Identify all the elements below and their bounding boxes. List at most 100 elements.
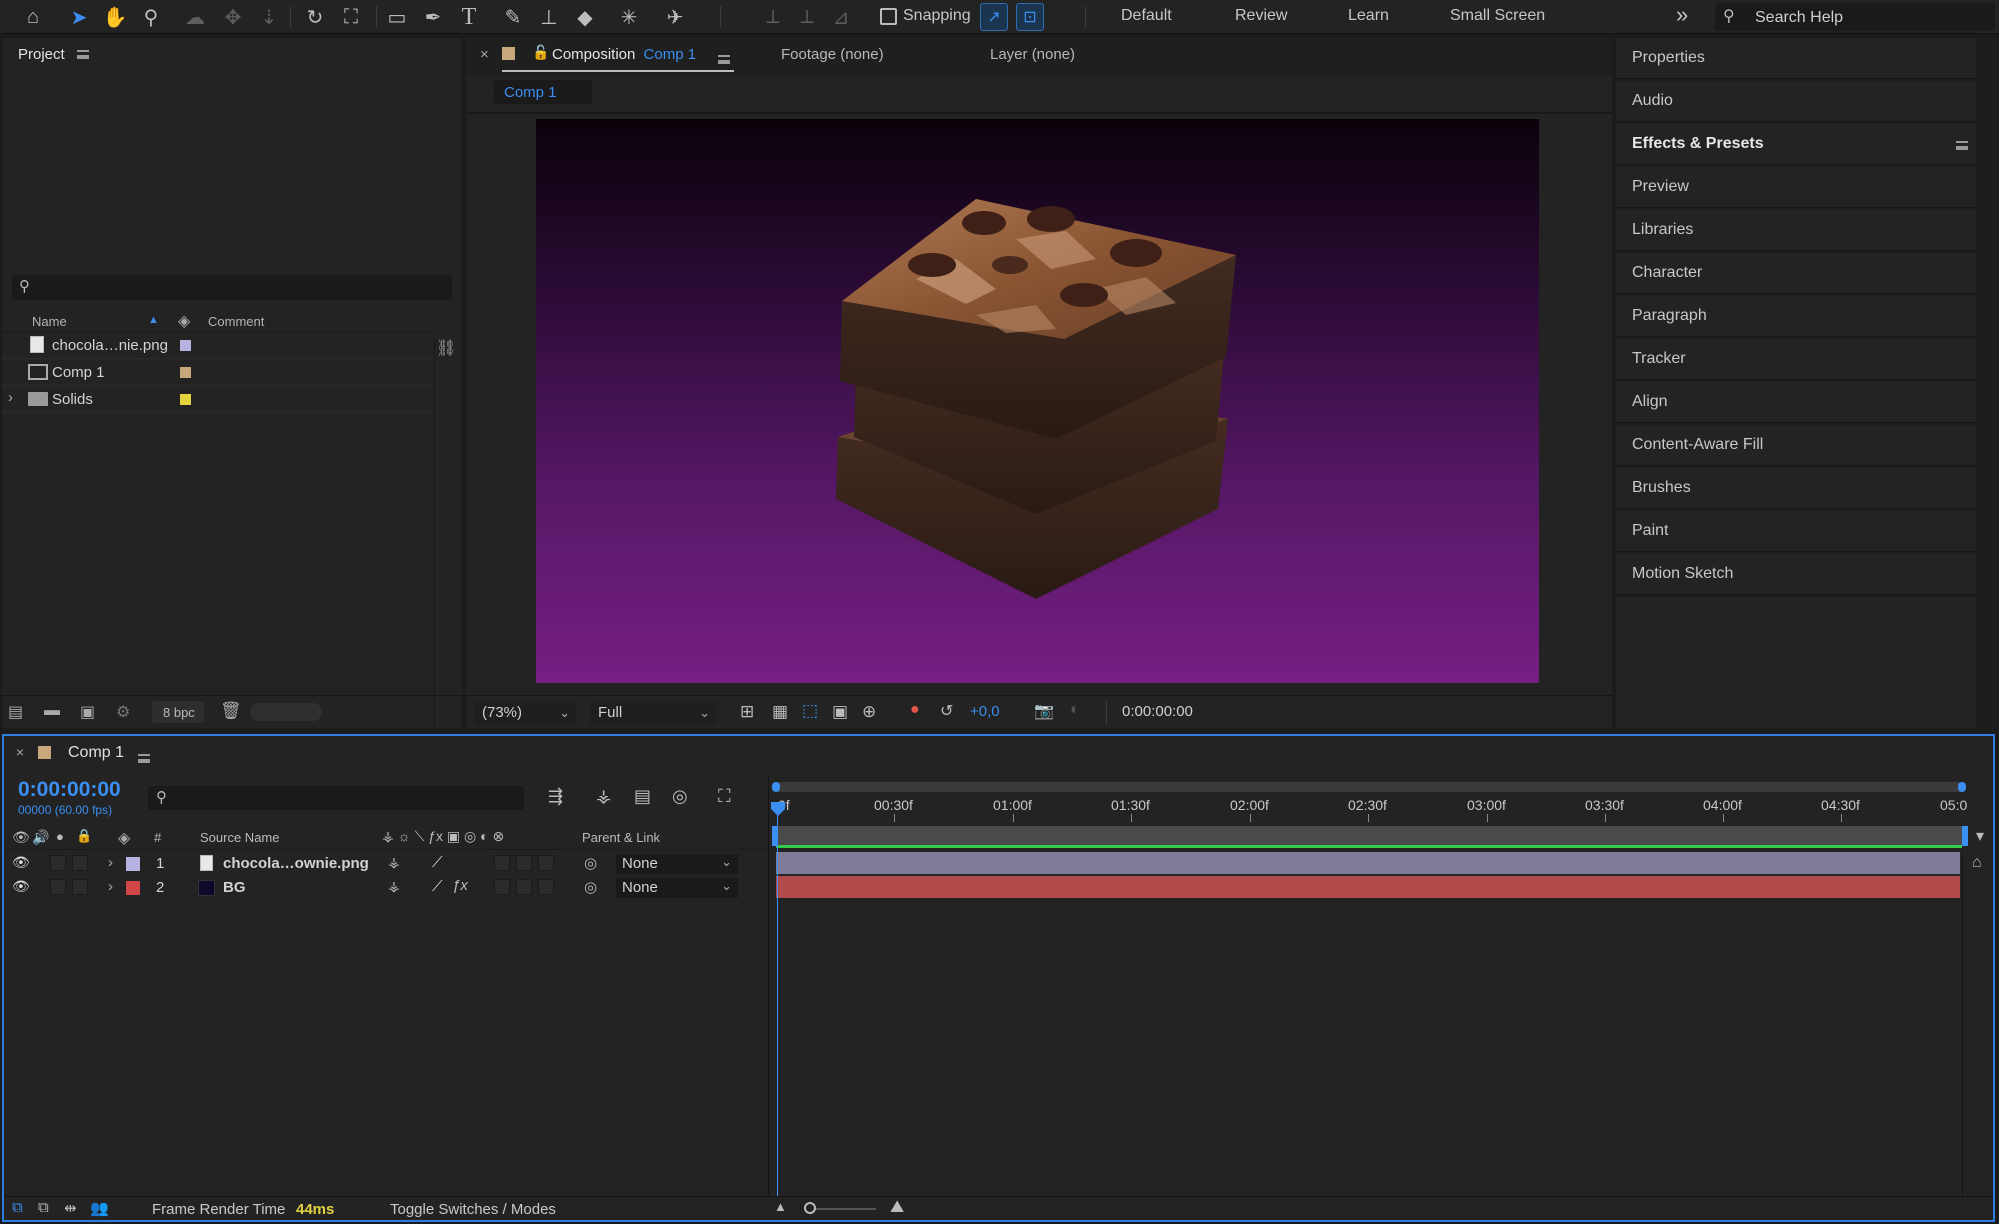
rectangle-icon[interactable]: ▭ — [382, 2, 412, 32]
transparency-grid-icon[interactable]: ▦ — [772, 702, 788, 722]
layer-duration-bar[interactable] — [776, 852, 1960, 874]
shy-switch-icon[interactable]: ⚶ — [388, 878, 400, 895]
zoom-in-icon[interactable]: ⛰ — [890, 1197, 904, 1217]
lock-icon[interactable]: 🔒 — [76, 828, 92, 844]
panel-menu-icon[interactable] — [76, 50, 89, 59]
resolution-dropdown[interactable]: Full ⌄ — [590, 701, 716, 725]
thumbnail-slider[interactable] — [250, 703, 322, 721]
puppet-pin-icon[interactable]: ✈ — [660, 2, 690, 32]
rotation-icon[interactable]: ↻ — [300, 2, 330, 32]
visibility-eye-icon[interactable]: 👁 — [12, 878, 30, 895]
panel-menu-icon[interactable] — [718, 55, 730, 64]
comment-column-header[interactable]: Comment — [208, 314, 264, 329]
panel-audio[interactable]: Audio — [1616, 81, 1976, 122]
axis-local-icon[interactable]: ⟂ — [758, 2, 788, 32]
render-time-toggle-icon[interactable]: 👥 — [90, 1199, 109, 1217]
source-name-header[interactable]: Source Name — [200, 830, 279, 845]
show-snapshot-icon[interactable]: ◐ — [1070, 701, 1080, 719]
label-tag-icon[interactable]: ◈ — [178, 311, 190, 331]
timeline-comp-tab[interactable]: Comp 1 — [68, 744, 124, 762]
panel-properties[interactable]: Properties — [1616, 38, 1976, 79]
panel-menu-icon[interactable] — [1956, 141, 1968, 150]
graph-editor-icon[interactable]: ⛶ — [718, 786, 731, 807]
switch-box[interactable] — [516, 855, 532, 871]
audio-icon[interactable]: 🔊 — [32, 829, 49, 846]
layer-row[interactable]: 👁 › 2 BG ⚶ ⟋ ƒx ◎ None ⌄ — [4, 876, 774, 900]
switch-box[interactable] — [516, 879, 532, 895]
snap-edges-icon[interactable]: ↗ — [980, 3, 1008, 31]
parent-dropdown[interactable]: None ⌄ — [616, 854, 738, 874]
comp-button-icon[interactable]: ⌂ — [1972, 854, 1982, 872]
axis-view-icon[interactable]: ⊿ — [826, 2, 856, 32]
new-composition-icon[interactable]: ▣ — [80, 702, 95, 722]
layer-label-color[interactable] — [126, 881, 140, 895]
project-item-row[interactable]: Comp 1 — [2, 359, 432, 386]
brush-icon[interactable]: ✎ — [498, 2, 528, 32]
dolly-icon[interactable]: ⇣ — [254, 2, 284, 32]
sort-ascending-icon[interactable]: ▲ — [148, 314, 159, 326]
expand-chevron-icon[interactable]: › — [8, 389, 13, 406]
motion-blur-icon[interactable]: ◎ — [672, 786, 688, 807]
switch-box[interactable] — [494, 855, 510, 871]
workspace-default[interactable]: Default — [1121, 7, 1172, 25]
panel-effects-presets[interactable]: Effects & Presets — [1616, 124, 1976, 165]
pen-icon[interactable]: ✒ — [418, 2, 448, 32]
type-icon[interactable]: T — [454, 2, 484, 32]
tab-footage[interactable]: Footage (none) — [781, 46, 884, 63]
panel-character[interactable]: Character — [1616, 253, 1976, 294]
layer-row[interactable]: 👁 › 1 chocola…ownie.png ⚶ ⟋ ◎ None ⌄ — [4, 852, 774, 876]
panel-preview[interactable]: Preview — [1616, 167, 1976, 208]
panel-tracker[interactable]: Tracker — [1616, 339, 1976, 380]
close-tab-icon[interactable]: × — [480, 46, 489, 63]
effects-fx-icon[interactable]: ƒx — [452, 877, 468, 894]
color-channels-icon[interactable]: ● — [910, 701, 920, 719]
panel-menu-icon[interactable] — [138, 754, 150, 763]
reset-exposure-icon[interactable]: ↺ — [940, 701, 953, 721]
lock-switch[interactable] — [72, 879, 88, 895]
draft-3d-icon[interactable]: ⚶ — [596, 786, 611, 807]
close-timeline-icon[interactable]: × — [16, 744, 24, 760]
comp-flow-tab[interactable]: Comp 1 — [494, 80, 592, 104]
project-item-row[interactable]: chocola…nie.png — [2, 332, 432, 359]
solo-switch[interactable] — [50, 855, 66, 871]
trash-icon[interactable]: 🗑 — [220, 701, 242, 721]
grid-guides-icon[interactable]: ⊕ — [862, 702, 876, 722]
work-area-end-marker[interactable] — [1962, 826, 1968, 846]
layer-label-color[interactable] — [126, 857, 140, 871]
solo-icon[interactable]: ● — [56, 829, 64, 844]
switch-box[interactable] — [538, 855, 554, 871]
workspace-review[interactable]: Review — [1235, 7, 1287, 25]
visibility-eye-icon[interactable]: 👁 — [12, 854, 30, 871]
orbit-icon[interactable]: ☁ — [180, 2, 210, 32]
in-out-toggle-icon[interactable]: ⇹ — [64, 1199, 77, 1217]
project-settings-icon[interactable]: ⚙ — [116, 702, 130, 722]
workspace-overflow-icon[interactable]: » — [1676, 2, 1688, 28]
name-column-header[interactable]: Name — [32, 314, 67, 329]
tab-composition[interactable]: Composition Comp 1 — [552, 46, 696, 63]
expand-chevron-icon[interactable]: › — [108, 878, 113, 895]
lock-switch[interactable] — [72, 855, 88, 871]
project-panel-title[interactable]: Project — [18, 46, 65, 63]
mask-path-visibility-icon[interactable]: ⬚ — [802, 701, 818, 721]
project-item-row[interactable]: › Solids — [2, 386, 432, 413]
expand-chevron-icon[interactable]: › — [108, 854, 113, 871]
work-area-start-handle[interactable] — [772, 782, 780, 792]
current-time-readout[interactable]: 0:00:00:00 — [1122, 703, 1193, 720]
transfer-controls-toggle-icon[interactable]: ⧉ — [38, 1199, 49, 1216]
fast-previews-icon[interactable]: ⊞ — [740, 702, 754, 722]
solo-switch[interactable] — [50, 879, 66, 895]
layer-source-name[interactable]: BG — [223, 879, 246, 896]
zoom-icon[interactable]: ⚲ — [136, 2, 166, 32]
pan-behind-icon[interactable]: ⛶ — [336, 2, 366, 32]
workspace-learn[interactable]: Learn — [1348, 7, 1389, 25]
home-icon[interactable]: ⌂ — [18, 2, 48, 32]
flowchart-icon[interactable]: ⛓ — [436, 338, 456, 358]
eye-icon[interactable]: 👁 — [12, 829, 30, 846]
magnification-dropdown[interactable]: (73%) ⌄ — [474, 701, 576, 725]
new-folder-icon[interactable]: ▬ — [44, 702, 60, 720]
exposure-value[interactable]: +0,0 — [970, 703, 1000, 720]
work-area-end-handle[interactable] — [1958, 782, 1966, 792]
label-color-swatch[interactable] — [180, 340, 191, 351]
axis-world-icon[interactable]: ⟂ — [792, 2, 822, 32]
workspace-small-screen[interactable]: Small Screen — [1450, 7, 1545, 25]
